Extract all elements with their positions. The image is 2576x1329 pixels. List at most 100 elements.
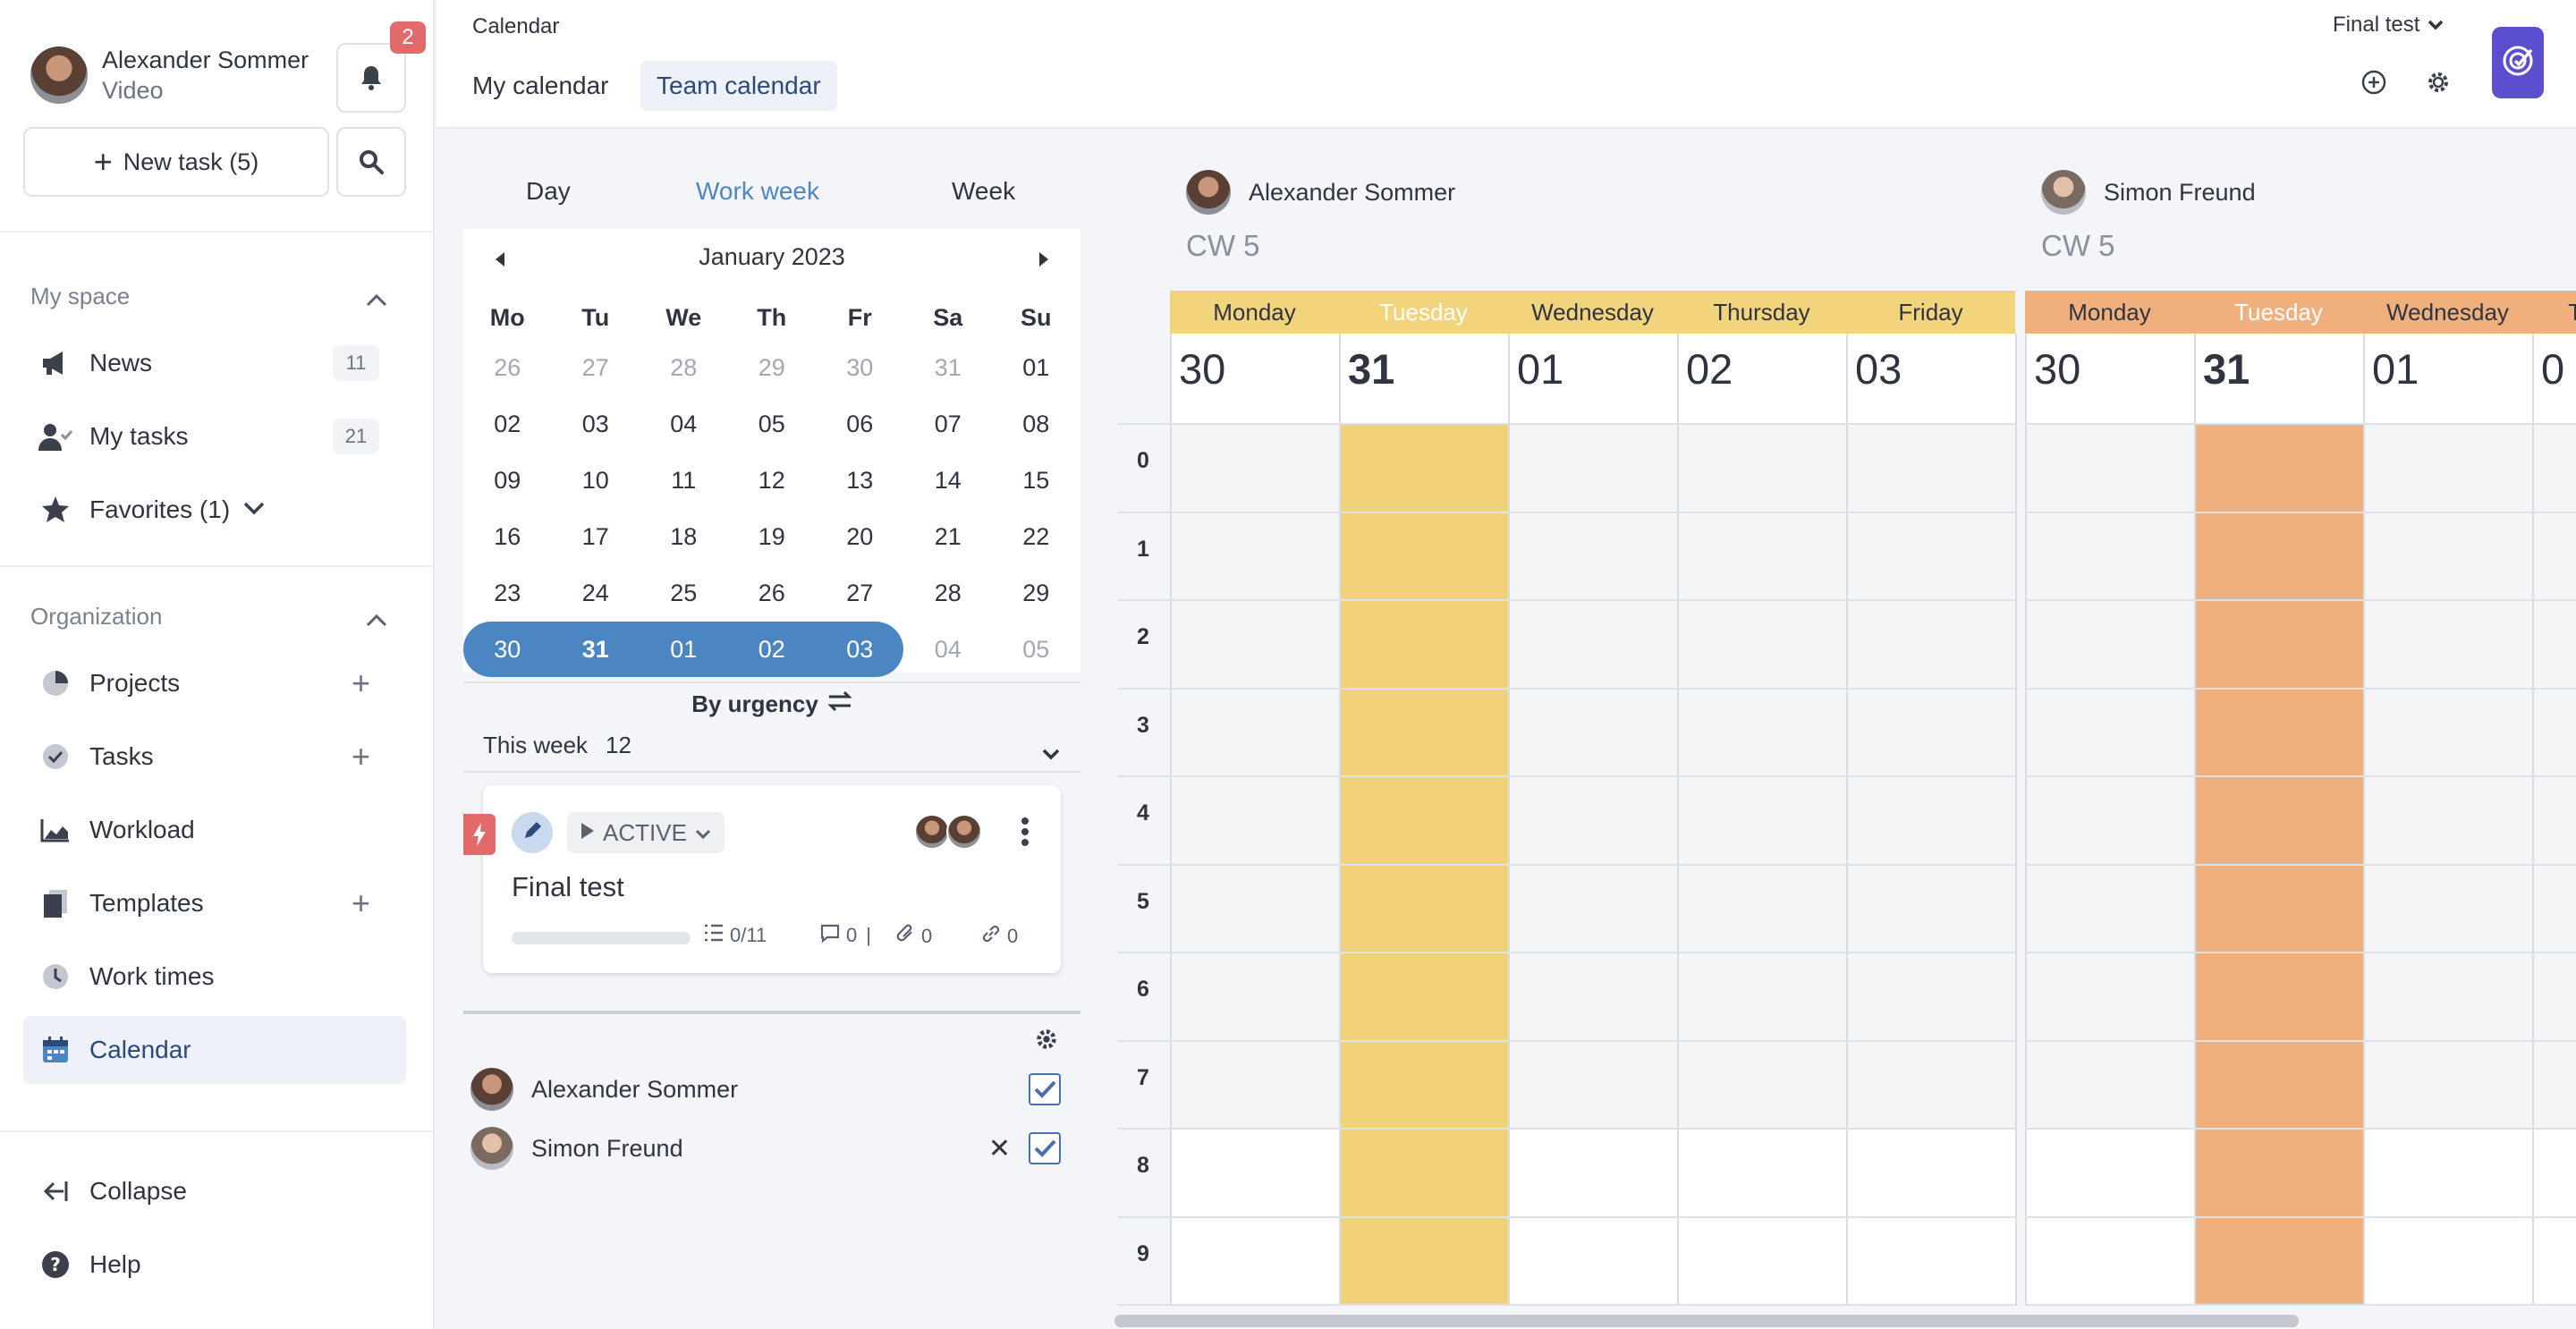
calendar-day[interactable]: 05 (728, 396, 817, 452)
sidebar-item-tasks[interactable]: Tasks + (23, 723, 406, 791)
breadcrumb[interactable]: Calendar (472, 14, 559, 39)
brand-app-button[interactable] (2492, 27, 2544, 98)
day-number[interactable]: 02 (1686, 344, 1733, 394)
calendar-day[interactable]: 19 (728, 509, 817, 564)
remove-member-button[interactable]: ✕ (988, 1133, 1011, 1164)
calendar-day[interactable]: 21 (904, 509, 993, 564)
calendar-day[interactable]: 07 (904, 396, 993, 452)
calendar-day[interactable]: 23 (463, 565, 552, 621)
calendar-day[interactable]: 17 (552, 509, 640, 564)
new-task-button[interactable]: + New task (5) (23, 127, 329, 197)
sort-toggle[interactable]: By urgency (463, 690, 1080, 718)
calendar-day[interactable]: 30 (816, 340, 904, 395)
calendar-day[interactable]: 02 (728, 622, 817, 677)
add-event-button[interactable] (2356, 66, 2392, 102)
sidebar-item-workload[interactable]: Workload (23, 796, 406, 864)
day-number[interactable]: 31 (2203, 344, 2250, 394)
view-tab-work-week[interactable]: Work week (696, 177, 819, 206)
calendar-day[interactable]: 27 (552, 340, 640, 395)
sidebar-item-calendar[interactable]: Calendar (23, 1016, 406, 1084)
calendar-day[interactable]: 27 (816, 565, 904, 621)
calendar-day-today[interactable]: 31 (552, 622, 640, 677)
view-tab-week[interactable]: Week (952, 177, 1015, 206)
calendar-day[interactable]: 30 (463, 622, 552, 677)
calendar-day[interactable]: 26 (728, 565, 817, 621)
calendar-day[interactable]: 04 (904, 622, 993, 677)
task-status-select[interactable]: ACTIVE (567, 812, 724, 853)
calendar-day[interactable]: 22 (992, 509, 1080, 564)
my-space-heading[interactable]: My space (30, 283, 388, 310)
collapse-button[interactable]: Collapse (23, 1157, 406, 1225)
chevron-down-icon[interactable] (242, 501, 266, 520)
add-project-button[interactable]: + (352, 667, 370, 699)
calendar-day[interactable]: 09 (463, 453, 552, 508)
sidebar-item-favorites[interactable]: Favorites (1) (23, 476, 406, 544)
off-hours-shade (1679, 425, 1846, 1130)
calendar-day[interactable]: 04 (640, 396, 728, 452)
period-filter[interactable]: This week 12 (483, 732, 1080, 760)
calendar-day[interactable]: 01 (640, 622, 728, 677)
calendar-day[interactable]: 16 (463, 509, 552, 564)
selected-week-row[interactable]: 30 31 01 02 03 04 05 (463, 622, 1080, 677)
project-select[interactable]: Final test (2333, 13, 2445, 38)
person-header[interactable]: Alexander Sommer (1186, 152, 1455, 233)
day-number[interactable]: 01 (2372, 344, 2419, 394)
task-card[interactable]: ACTIVE Final test 0/11 0 | 0 0 (463, 785, 1061, 973)
calendar-day[interactable]: 24 (552, 565, 640, 621)
calendar-day[interactable]: 25 (640, 565, 728, 621)
organization-heading[interactable]: Organization (30, 603, 388, 631)
calendar-day[interactable]: 28 (904, 565, 993, 621)
calendar-day[interactable]: 18 (640, 509, 728, 564)
sidebar-item-work-times[interactable]: Work times (23, 943, 406, 1011)
member-checkbox[interactable] (1029, 1073, 1061, 1105)
calendar-day[interactable]: 03 (552, 396, 640, 452)
calendar-day[interactable]: 01 (992, 340, 1080, 395)
calendar-day[interactable]: 31 (904, 340, 993, 395)
comments-value: 0 (846, 924, 858, 946)
prev-month-button[interactable] (494, 247, 506, 275)
calendar-day[interactable]: 05 (992, 622, 1080, 677)
day-number[interactable]: 03 (1855, 344, 1902, 394)
calendar-day[interactable]: 11 (640, 453, 728, 508)
search-button[interactable] (336, 127, 406, 197)
calendar-day[interactable]: 03 (816, 622, 904, 677)
calendar-day[interactable]: 20 (816, 509, 904, 564)
calendar-day[interactable]: 14 (904, 453, 993, 508)
sidebar-item-projects[interactable]: Projects + (23, 649, 406, 717)
calendar-day[interactable]: 13 (816, 453, 904, 508)
calendar-day[interactable]: 02 (463, 396, 552, 452)
tab-team-calendar[interactable]: Team calendar (640, 61, 837, 111)
more-options-button[interactable] (1020, 816, 1030, 852)
sidebar-item-templates[interactable]: Templates + (23, 869, 406, 937)
tab-my-calendar[interactable]: My calendar (456, 61, 625, 111)
settings-button[interactable] (2420, 66, 2456, 102)
horizontal-scrollbar[interactable] (1114, 1315, 2299, 1327)
calendar-day[interactable]: 15 (992, 453, 1080, 508)
member-checkbox[interactable] (1029, 1132, 1061, 1164)
sidebar-item-news[interactable]: News 11 (23, 329, 406, 397)
next-month-button[interactable] (1038, 247, 1050, 275)
calendar-day[interactable]: 10 (552, 453, 640, 508)
help-button[interactable]: ? Help (23, 1231, 406, 1299)
add-template-button[interactable]: + (352, 887, 370, 919)
calendar-day[interactable]: 06 (816, 396, 904, 452)
calendar-day[interactable]: 29 (728, 340, 817, 395)
calendar-day[interactable]: 12 (728, 453, 817, 508)
day-number[interactable]: 01 (1517, 344, 1563, 394)
task-title[interactable]: Final test (512, 871, 624, 903)
calendar-day[interactable]: 28 (640, 340, 728, 395)
member-settings-button[interactable] (1034, 1027, 1059, 1056)
edit-task-button[interactable] (512, 812, 553, 853)
day-number[interactable]: 0 (2541, 344, 2564, 394)
calendar-day[interactable]: 29 (992, 565, 1080, 621)
person-header[interactable]: Simon Freund (2041, 152, 2256, 233)
day-number[interactable]: 30 (2034, 344, 2080, 394)
day-number[interactable]: 31 (1348, 344, 1394, 394)
view-tab-day[interactable]: Day (526, 177, 571, 206)
sidebar-item-my-tasks[interactable]: My tasks 21 (23, 402, 406, 470)
day-number[interactable]: 30 (1179, 344, 1225, 394)
calendar-day[interactable]: 26 (463, 340, 552, 395)
user-card[interactable]: Alexander Sommer Video (30, 45, 309, 106)
add-task-button[interactable]: + (352, 741, 370, 773)
calendar-day[interactable]: 08 (992, 396, 1080, 452)
